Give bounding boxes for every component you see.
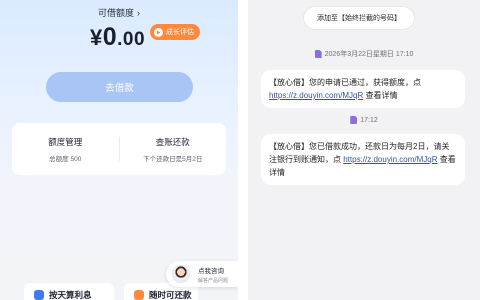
limit-management-item[interactable]: 额度管理 总额度 500 [12, 123, 119, 175]
agent-avatar [172, 265, 190, 283]
daily-interest-label: 按天算利息 [49, 290, 92, 300]
currency-symbol: ¥ [90, 25, 103, 50]
bills-repayment-title: 查账还款 [155, 136, 190, 147]
available-limit-label: 可借额度 [97, 8, 134, 18]
add-to-block-list-button[interactable]: 添加至【始终拦截的号码】 [304, 7, 414, 29]
sms-thread-panel: 添加至【始终拦截的号码】 2026年3月22日星期日 17:10 【放心借】您的… [248, 0, 480, 300]
message-link[interactable]: https://z.douyin.com/MJqR [343, 155, 437, 164]
bills-repayment-item[interactable]: 查账还款 下个还款日是5月2日 [120, 123, 227, 175]
borrow-button[interactable]: 去借款 [46, 72, 193, 102]
amount-decimal: .00 [117, 29, 146, 50]
play-icon [154, 27, 163, 37]
next-repayment-text: 下个还款日是5月2日 [143, 155, 203, 163]
message-timestamp: 2026年3月22日星期日 17:10 [248, 49, 480, 59]
message-bubble[interactable]: 【放心借】您已借款成功，还款日为每月2日，请关注银行到账通知，点 https:/… [261, 134, 465, 185]
loan-app-panel: 可借额度 › ¥0.00 成长评估 去借款 额度管理 总额度 500 查账还款 下… [0, 0, 238, 300]
chevron-right-icon: › [137, 8, 140, 18]
total-limit-text: 总额度 500 [49, 155, 82, 163]
available-limit-link[interactable]: 可借额度 › [0, 6, 238, 19]
consult-subtitle: 解答产品问题 [198, 277, 229, 284]
message-link[interactable]: https://z.douyin.com/MJqR [269, 91, 363, 100]
clock-icon [34, 290, 44, 300]
message-text: 【放心借】您的申请已通过，获得额度，点 [269, 78, 421, 87]
repay-anytime-label: 随时可还款 [149, 290, 192, 300]
sim-card-icon [314, 50, 322, 58]
consult-widget[interactable]: 点我咨询 解答产品问题 [166, 261, 238, 287]
limit-management-title: 额度管理 [48, 136, 83, 147]
sim-card-icon [350, 116, 358, 124]
message-bubble[interactable]: 【放心借】您的申请已通过，获得额度，点 https://z.douyin.com/… [261, 70, 465, 108]
consult-title: 点我咨询 [198, 267, 224, 275]
message-text-tail: 查看详情 [363, 91, 398, 100]
growth-badge-label: 成长评估 [166, 29, 194, 36]
amount-integer: 0 [102, 23, 118, 51]
timestamp-text: 17:12 [360, 116, 378, 124]
account-card: 额度管理 总额度 500 查账还款 下个还款日是5月2日 [12, 123, 226, 175]
timestamp-text: 2026年3月22日星期日 17:10 [324, 51, 414, 58]
message-timestamp: 17:12 [248, 116, 480, 124]
panel-separator [238, 0, 248, 300]
daily-interest-promo[interactable]: 按天算利息 [24, 283, 114, 300]
calendar-icon [134, 290, 144, 300]
growth-assessment-badge[interactable]: 成长评估 [150, 24, 200, 40]
limit-amount: ¥0.00 [90, 22, 145, 52]
